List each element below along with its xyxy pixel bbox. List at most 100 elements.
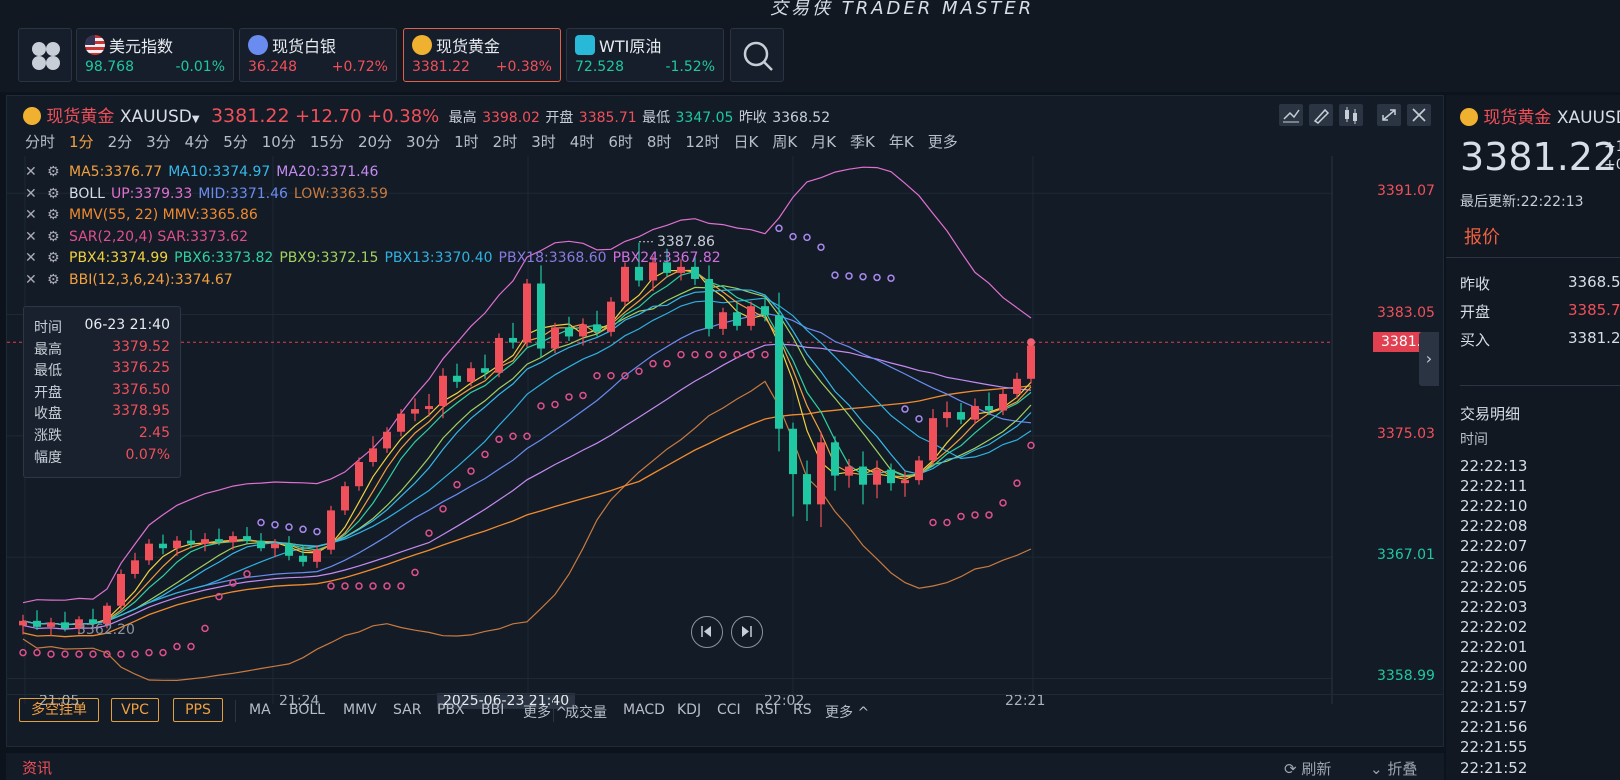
caret-down-icon[interactable]: ▼ [192,114,200,125]
candle[interactable] [467,362,475,387]
candle[interactable] [257,533,265,552]
candle[interactable] [201,533,209,552]
candle[interactable] [47,617,55,636]
candle[interactable] [537,265,545,358]
ticker-dollar-index[interactable]: 美元指数 98.768 -0.01% [76,28,234,82]
timeframe-11[interactable]: 2时 [493,131,518,152]
main-indicator-tab[interactable]: 更多 ^ [523,702,567,722]
timeframe-17[interactable]: 日K [734,131,759,152]
candle[interactable] [397,409,405,437]
timeframe-4[interactable]: 4分 [185,131,210,152]
candle[interactable] [999,387,1007,416]
candle[interactable] [369,436,377,467]
timeframe-7[interactable]: 15分 [310,131,344,152]
candle[interactable] [411,398,419,422]
tab-quote[interactable]: 报价 [1464,223,1500,249]
sub-indicator-tab[interactable]: CCI [717,702,741,718]
main-indicator-tab[interactable]: SAR [393,702,421,718]
candle[interactable] [859,451,867,505]
candle[interactable] [915,455,923,485]
remove-indicator-icon[interactable]: ✕ [25,272,47,288]
candle[interactable] [607,297,615,337]
ticker-silver[interactable]: 现货白银 36.248 +0.72% [239,28,397,82]
timeframe-0[interactable]: 分时 [25,131,55,152]
indicator-settings-button[interactable] [1339,104,1363,126]
timeframe-6[interactable]: 10分 [262,131,296,152]
timeframe-20[interactable]: 季K [850,131,875,152]
candle[interactable] [789,422,797,517]
candle[interactable] [383,427,391,453]
candle[interactable] [943,401,951,428]
settings-gear-icon[interactable]: ⚙ [47,272,69,288]
timeframe-12[interactable]: 3时 [531,131,556,152]
symbol-code[interactable]: XAUUSD [120,107,192,127]
candle[interactable] [719,307,727,335]
main-indicator-tab[interactable]: BOLL [289,702,325,718]
sub-indicator-tab[interactable]: MACD [623,702,665,718]
candle[interactable] [873,460,881,499]
ticker-gold[interactable]: 现货黄金 3381.22 +0.38% [403,28,561,82]
timeframe-18[interactable]: 周K [772,131,797,152]
timeframe-3[interactable]: 3分 [146,131,171,152]
candle[interactable] [509,322,517,349]
remove-indicator-icon[interactable]: ✕ [25,250,47,266]
timeframe-10[interactable]: 1时 [454,131,479,152]
candle[interactable] [481,354,489,379]
candle[interactable] [523,278,531,348]
candle[interactable] [131,552,139,579]
main-indicator-tab[interactable]: MMV [343,702,377,718]
candle[interactable] [621,262,629,307]
timeframe-5[interactable]: 5分 [223,131,248,152]
sub-indicator-tab[interactable]: KDJ [677,702,701,718]
candle[interactable] [817,431,825,528]
sub-indicator-tab[interactable]: RSI [755,702,778,718]
app-menu-button[interactable] [18,28,72,82]
candle[interactable] [887,463,895,491]
settings-gear-icon[interactable]: ⚙ [47,164,69,180]
refresh-button[interactable]: ⟳ 刷新 [1284,758,1331,779]
candle[interactable] [775,292,783,452]
timeframe-14[interactable]: 6时 [608,131,633,152]
main-indicator-tab[interactable]: MA [249,702,271,718]
sub-indicator-tab[interactable]: 成交量 [565,702,607,722]
timeframe-9[interactable]: 30分 [406,131,440,152]
settings-gear-icon[interactable]: ⚙ [47,250,69,266]
main-indicator-tab[interactable]: BBI [481,702,504,718]
settings-gear-icon[interactable]: ⚙ [47,229,69,245]
candle[interactable] [831,436,839,491]
order-mode-button[interactable]: VPC [111,698,159,722]
candle[interactable] [355,457,363,491]
candle[interactable] [327,505,335,555]
timeframe-15[interactable]: 8时 [647,131,672,152]
candle[interactable] [565,316,573,341]
previous-button[interactable] [691,616,723,648]
news-label[interactable]: 资讯 [22,757,52,778]
close-chart-button[interactable] [1407,104,1431,126]
settings-gear-icon[interactable]: ⚙ [47,207,69,223]
next-button[interactable] [731,616,763,648]
settings-gear-icon[interactable]: ⚙ [47,186,69,202]
candle[interactable] [425,393,433,417]
candle[interactable] [971,398,979,425]
expand-side-button[interactable]: › [1419,332,1439,386]
remove-indicator-icon[interactable]: ✕ [25,207,47,223]
candle[interactable] [747,301,755,331]
draw-line-button[interactable] [1279,104,1303,126]
candle[interactable] [845,458,853,488]
timeframe-13[interactable]: 4时 [570,131,595,152]
sub-indicator-tab[interactable]: 更多 ^ [825,702,869,722]
timeframe-21[interactable]: 年K [889,131,914,152]
shrink-button[interactable] [1377,104,1401,126]
candle[interactable] [453,363,461,388]
ticker-wti-oil[interactable]: WTI原油 72.528 -1.52% [566,28,724,82]
order-mode-button[interactable]: 多空挂单 [19,698,99,722]
candle[interactable] [33,610,41,630]
order-mode-button[interactable]: PPS [173,698,223,722]
timeframe-16[interactable]: 12时 [685,131,719,152]
candle[interactable] [705,265,713,337]
timeframe-2[interactable]: 2分 [108,131,133,152]
remove-indicator-icon[interactable]: ✕ [25,229,47,245]
draw-pen-button[interactable] [1309,104,1333,126]
candle[interactable] [551,322,559,354]
main-indicator-tab[interactable]: PBX [437,702,465,718]
